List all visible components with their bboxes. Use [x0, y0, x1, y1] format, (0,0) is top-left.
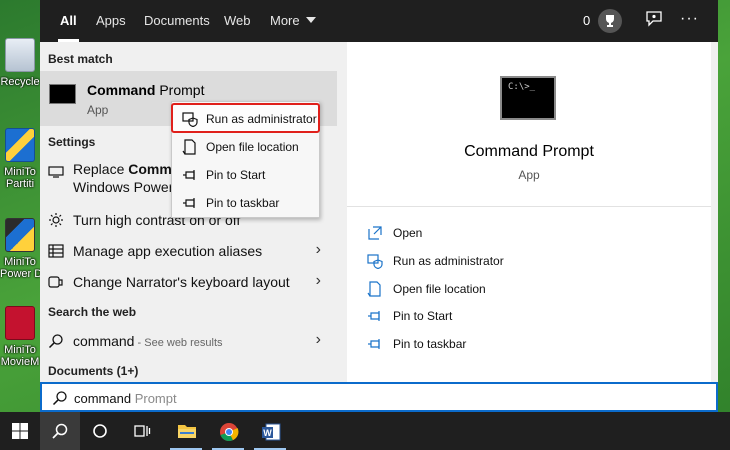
web-result-row[interactable]: command - See web results ›	[40, 326, 337, 354]
pin-icon	[368, 339, 380, 349]
context-pin-to-taskbar[interactable]: Pin to taskbar	[172, 188, 319, 216]
svg-text:W: W	[263, 428, 272, 438]
taskbar-search-button[interactable]	[40, 412, 80, 450]
section-settings: Settings	[48, 135, 96, 149]
search-scope-bar: All Apps Documents Web More 0 ···	[40, 0, 718, 42]
windows-start-icon	[12, 423, 28, 439]
action-pin-to-start-label: Pin to Start	[393, 309, 453, 323]
tab-all[interactable]: All	[58, 13, 79, 42]
open-icon	[368, 226, 382, 240]
tab-documents[interactable]: Documents	[144, 13, 210, 28]
word-icon: W	[262, 423, 281, 441]
minitool-moviemaker-desktop-icon[interactable]: MiniTo MovieM	[0, 306, 40, 368]
detail-subtitle: App	[518, 168, 540, 182]
sun-icon	[49, 213, 63, 227]
settings-item-aliases-label: Manage app execution aliases	[73, 243, 263, 259]
minitool-partition-icon	[5, 128, 35, 162]
cortana-icon	[93, 424, 107, 438]
desktop-icon-label-line2: Power D	[0, 268, 40, 280]
minitool-partition-desktop-icon[interactable]: MiniTo Partiti	[0, 128, 40, 190]
tab-web[interactable]: Web	[224, 13, 251, 28]
chrome-icon	[220, 423, 239, 442]
action-run-as-admin-label: Run as administrator	[393, 254, 504, 268]
chevron-down-icon	[305, 17, 316, 23]
tab-more[interactable]: More	[270, 13, 316, 28]
taskbar: W	[0, 412, 730, 450]
context-pin-to-start-label: Pin to Start	[206, 168, 266, 182]
desktop-icon-label: MiniTo	[4, 344, 36, 356]
chevron-right-icon[interactable]: ›	[316, 241, 321, 259]
section-search-web: Search the web	[48, 305, 137, 319]
recycle-bin-icon	[5, 38, 35, 72]
minitool-power-icon	[5, 218, 35, 252]
settings-item-narrator-label: Change Narrator's keyboard layout	[73, 274, 290, 290]
command-prompt-icon	[49, 84, 76, 104]
shield-icon	[182, 112, 198, 127]
monitor-icon	[48, 166, 64, 178]
search-icon	[48, 334, 63, 349]
pin-icon	[368, 311, 380, 321]
desktop-icon-label-line2: MovieM	[0, 356, 40, 368]
context-run-as-admin[interactable]: Run as administrator	[171, 103, 320, 133]
file-explorer-icon	[178, 425, 196, 438]
desktop-icon-label: Recycle	[0, 76, 40, 88]
settings-item-aliases[interactable]: Manage app execution aliases ›	[40, 236, 337, 264]
minitool-moviemaker-icon	[5, 306, 35, 340]
feedback-icon[interactable]	[645, 10, 663, 31]
context-pin-to-taskbar-label: Pin to taskbar	[206, 196, 280, 210]
tab-apps[interactable]: Apps	[96, 13, 126, 28]
file-explorer-button[interactable]	[166, 412, 206, 450]
minitool-power-desktop-icon[interactable]: MiniTo Power D	[0, 218, 40, 280]
trophy-icon[interactable]	[598, 9, 622, 33]
best-match-subtitle: App	[87, 103, 109, 117]
desktop-icon-label: MiniTo	[4, 166, 36, 178]
start-button[interactable]	[0, 412, 40, 450]
file-location-icon	[182, 139, 196, 155]
divider	[347, 206, 711, 207]
narrator-icon	[48, 276, 63, 288]
pin-icon	[183, 198, 195, 208]
list-icon	[48, 244, 64, 258]
task-view-button[interactable]	[122, 412, 162, 450]
context-open-file-location[interactable]: Open file location	[172, 132, 319, 160]
action-open-label: Open	[393, 226, 423, 240]
settings-item-narrator[interactable]: Change Narrator's keyboard layout ›	[40, 267, 337, 295]
chevron-right-icon[interactable]: ›	[316, 331, 321, 349]
shield-icon	[367, 254, 383, 269]
start-search-panel: All Apps Documents Web More 0 ··· Best m…	[40, 0, 718, 412]
best-match-title: Command Prompt	[87, 82, 205, 98]
cortana-button[interactable]	[80, 412, 120, 450]
desktop-icon-label-line2: Partiti	[5, 178, 35, 190]
web-result-label: command - See web results	[73, 333, 223, 349]
detail-title: Command Prompt	[464, 143, 594, 160]
desktop-icon-label: MiniTo	[4, 256, 36, 268]
file-location-icon	[367, 281, 381, 297]
search-icon	[52, 391, 67, 406]
chevron-right-icon[interactable]: ›	[316, 272, 321, 290]
section-best-match: Best match	[48, 52, 113, 66]
context-run-as-admin-label: Run as administrator	[206, 112, 317, 126]
rewards-points: 0	[583, 13, 591, 28]
pin-icon	[183, 170, 195, 180]
recycle-bin-desktop-icon[interactable]: Recycle	[0, 38, 40, 88]
search-query: command Prompt	[74, 391, 177, 406]
chrome-button[interactable]	[208, 412, 248, 450]
command-prompt-large-icon: C:\>_	[500, 76, 556, 120]
more-options-icon[interactable]: ···	[680, 10, 699, 28]
action-open-file-location-label: Open file location	[393, 282, 486, 296]
action-pin-to-taskbar-label: Pin to taskbar	[393, 337, 467, 351]
section-documents: Documents (1+)	[48, 364, 139, 378]
word-button[interactable]: W	[250, 412, 290, 450]
task-view-icon	[134, 425, 151, 437]
tab-more-label: More	[270, 13, 300, 28]
detail-pane: C:\>_ Command Prompt App Open Run as adm…	[347, 42, 711, 382]
context-menu: Run as administrator Open file location …	[171, 101, 320, 218]
desktop-icons: Recycle MiniTo Partiti MiniTo Power D Mi…	[0, 0, 40, 410]
context-pin-to-start[interactable]: Pin to Start	[172, 160, 319, 188]
search-icon	[52, 423, 68, 439]
search-input[interactable]: command Prompt	[40, 382, 718, 412]
context-open-file-location-label: Open file location	[206, 140, 299, 154]
